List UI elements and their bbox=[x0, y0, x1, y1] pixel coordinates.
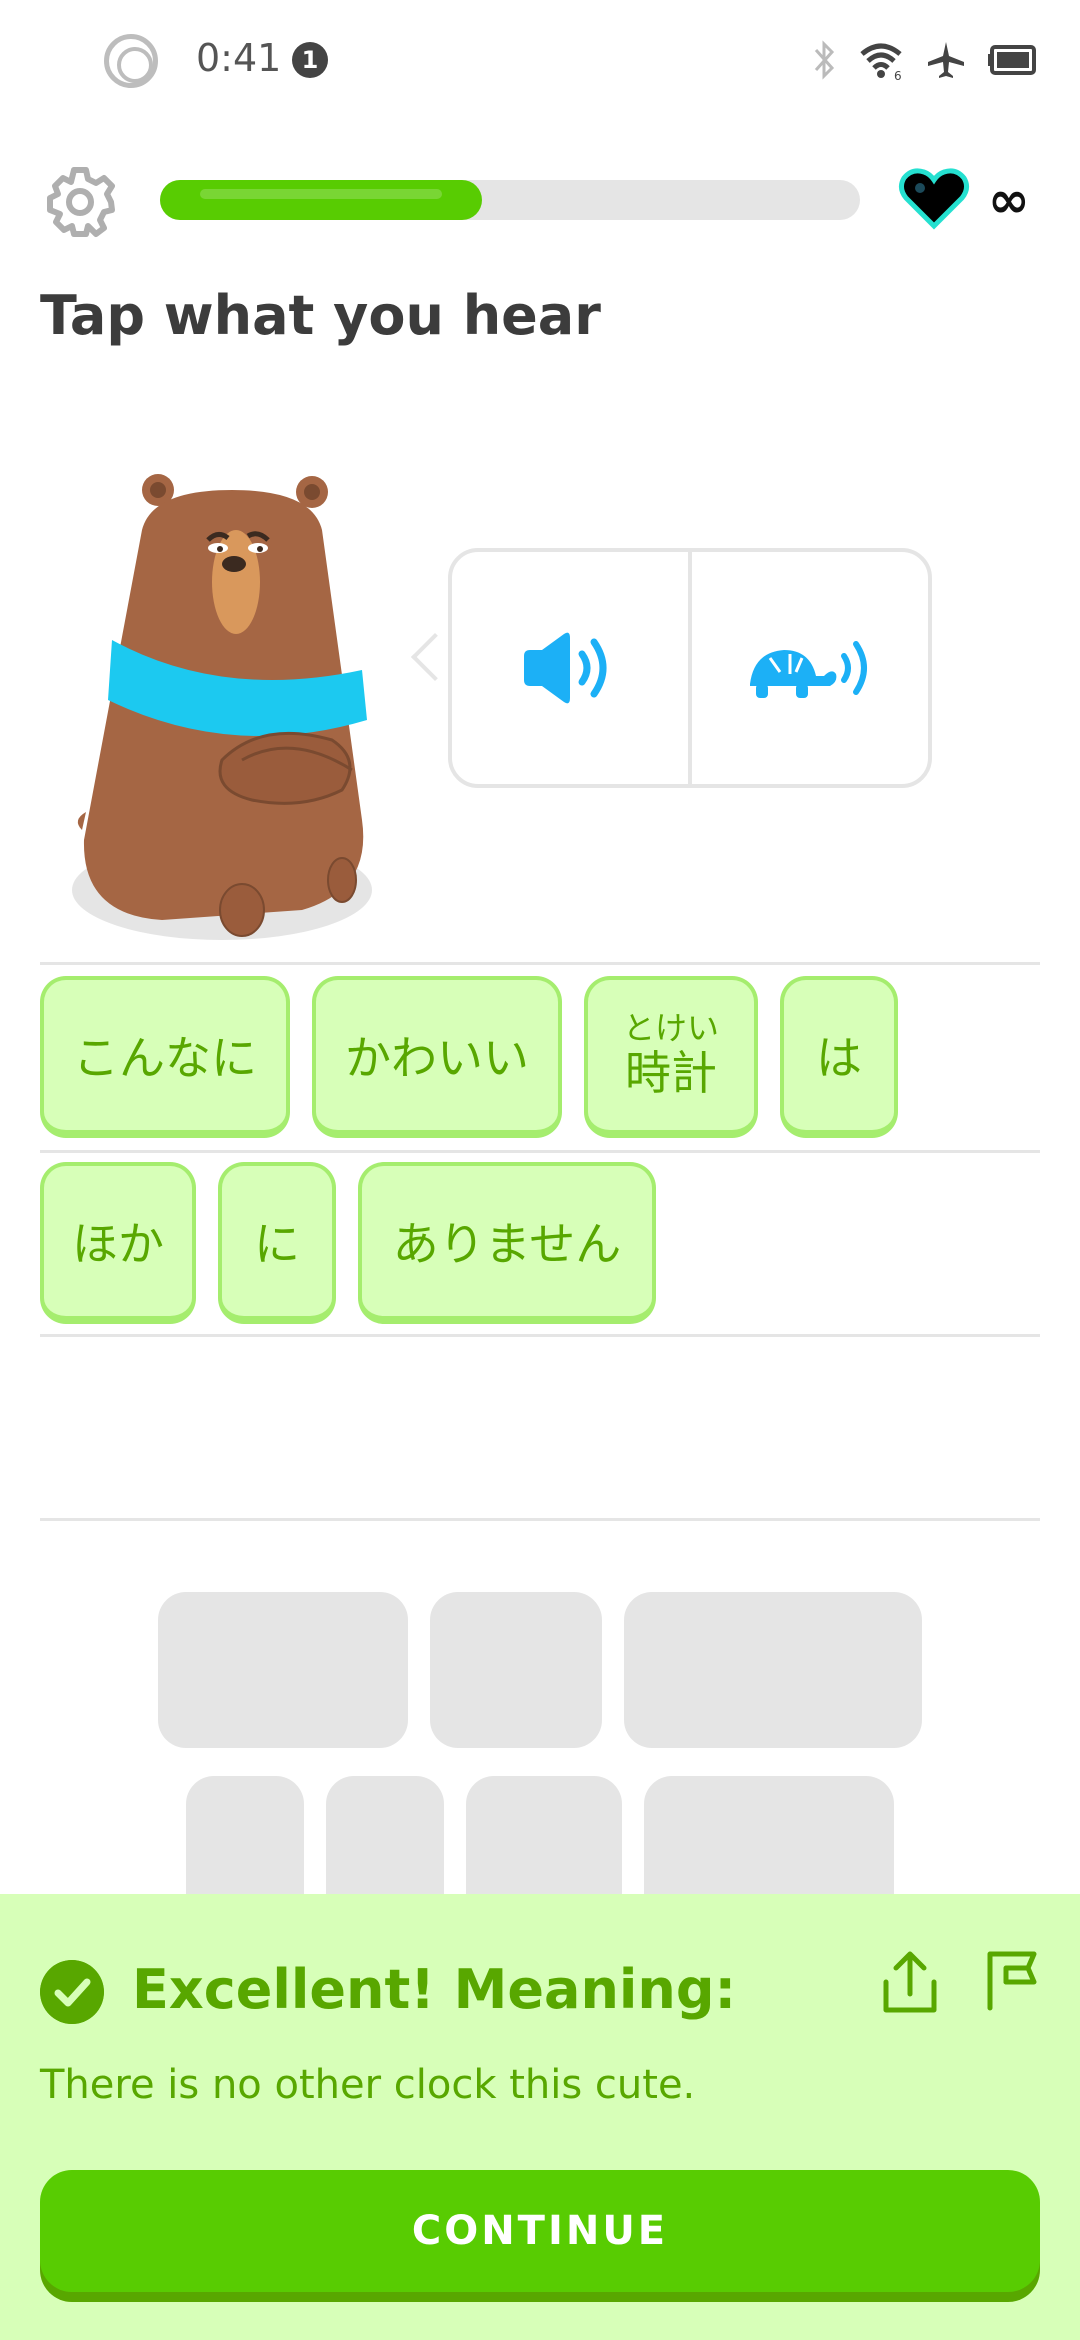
word-text: こんなに bbox=[73, 1031, 257, 1085]
wifi-icon: 6 bbox=[860, 43, 902, 80]
word-text: ありません bbox=[392, 1217, 622, 1271]
bear-character bbox=[72, 474, 372, 940]
bluetooth-icon bbox=[814, 40, 835, 80]
hearts-count: ∞ bbox=[988, 171, 1030, 229]
word-bank-slot bbox=[624, 1592, 922, 1748]
word-text: かわいい bbox=[345, 1031, 529, 1085]
status-time: 0:41 bbox=[196, 36, 282, 80]
answer-word-konnani[interactable]: こんなに bbox=[40, 976, 290, 1138]
status-icons: 6 bbox=[812, 30, 1040, 90]
word-text: 時計 bbox=[625, 1046, 717, 1100]
word-text: ほか bbox=[72, 1217, 164, 1271]
heart-icon[interactable] bbox=[898, 166, 970, 232]
svg-text:6: 6 bbox=[894, 69, 902, 80]
speech-bubble bbox=[448, 548, 932, 788]
exercise-title: Tap what you hear bbox=[40, 284, 601, 347]
word-text: は bbox=[816, 1031, 862, 1085]
record-icon bbox=[104, 34, 158, 88]
status-bar: 0:41 1 6 bbox=[0, 0, 1080, 120]
answer-line bbox=[40, 962, 1040, 965]
feedback-panel: Excellent! Meaning: There is no other cl… bbox=[0, 1894, 1080, 2340]
answer-line bbox=[40, 1150, 1040, 1153]
progress-fill bbox=[160, 180, 482, 220]
play-slow-audio-button[interactable] bbox=[692, 552, 928, 784]
share-icon[interactable] bbox=[878, 1948, 942, 2018]
continue-button[interactable]: CONTINUE bbox=[40, 2170, 1040, 2292]
answer-word-tokei[interactable]: とけい 時計 bbox=[584, 976, 758, 1138]
answer-line bbox=[40, 1334, 1040, 1337]
airplane-icon bbox=[928, 42, 964, 78]
word-bank-slot bbox=[430, 1592, 602, 1748]
flag-icon[interactable] bbox=[980, 1946, 1044, 2016]
gear-icon[interactable] bbox=[42, 164, 118, 240]
word-text: に bbox=[254, 1217, 300, 1271]
battery-icon bbox=[988, 45, 1036, 75]
answer-word-wa[interactable]: は bbox=[780, 976, 898, 1138]
feedback-meaning: There is no other clock this cute. bbox=[40, 2062, 696, 2108]
answer-word-kawaii[interactable]: かわいい bbox=[312, 976, 562, 1138]
check-icon bbox=[40, 1960, 104, 2024]
answer-word-arimasen[interactable]: ありません bbox=[358, 1162, 656, 1324]
notification-badge: 1 bbox=[292, 42, 328, 78]
play-audio-button[interactable] bbox=[452, 552, 688, 784]
word-furigana: とけい bbox=[622, 1009, 719, 1047]
feedback-title: Excellent! Meaning: bbox=[132, 1958, 737, 2021]
speaker-icon bbox=[524, 632, 607, 704]
answer-line bbox=[40, 1518, 1040, 1521]
lesson-progress-bar bbox=[160, 180, 860, 220]
answer-word-ni[interactable]: に bbox=[218, 1162, 336, 1324]
progress-shine bbox=[200, 189, 442, 199]
turtle-speaker-icon bbox=[750, 641, 867, 698]
answer-word-hoka[interactable]: ほか bbox=[40, 1162, 196, 1324]
word-bank-slot bbox=[158, 1592, 408, 1748]
